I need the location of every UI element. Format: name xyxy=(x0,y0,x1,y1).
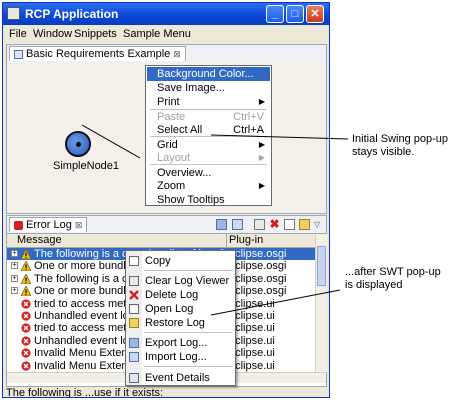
edge-line xyxy=(81,124,141,159)
swt-annotation-line1: ...after SWT pop-up xyxy=(345,266,441,278)
swing-annotation-line xyxy=(210,134,349,140)
annotation-lines xyxy=(81,124,349,316)
swt-annotation-line xyxy=(210,289,341,316)
swt-annotation-line2: is displayed xyxy=(345,279,403,291)
swing-annotation-line1: Initial Swing pop-up xyxy=(352,133,449,145)
swing-annotation-line2: stays visible. xyxy=(352,146,415,158)
